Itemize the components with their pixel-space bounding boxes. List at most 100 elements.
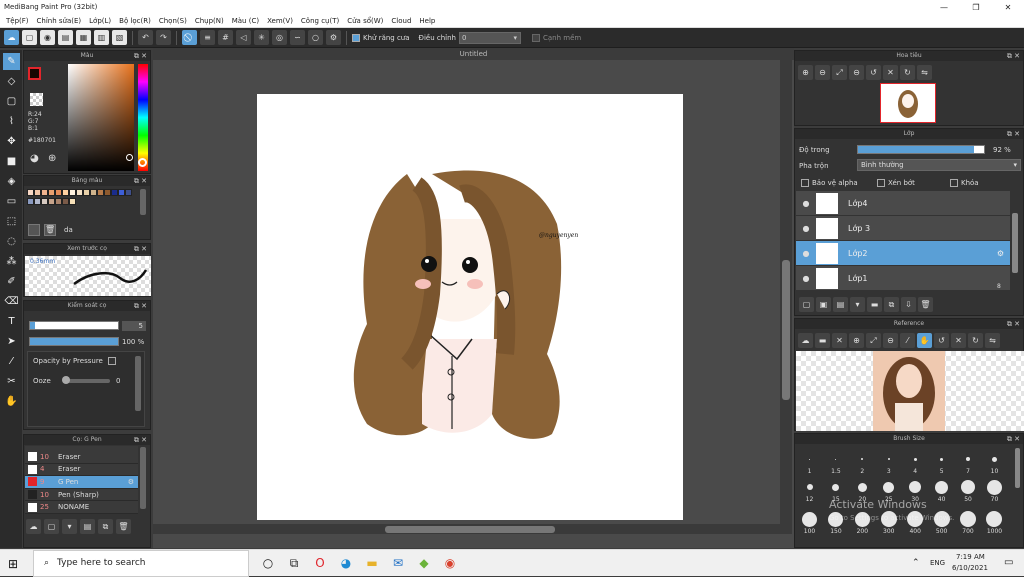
color-swatch[interactable] <box>27 189 34 196</box>
brush-row[interactable]: 25 NONAME <box>25 501 138 514</box>
close-icon[interactable]: ⧉ ✕ <box>1007 434 1020 444</box>
size-slider[interactable] <box>29 321 119 330</box>
layer-list-scrollbar[interactable] <box>1012 213 1018 273</box>
snap-off-icon[interactable]: ⃠ <box>182 30 197 45</box>
color-swatch[interactable] <box>34 189 41 196</box>
duplicate-layer-icon[interactable]: ⧉ <box>884 297 899 312</box>
visibility-icon[interactable]: ● <box>796 274 816 283</box>
foreground-swatch[interactable] <box>28 67 41 80</box>
new-brush-icon[interactable]: ▢ <box>44 519 59 534</box>
language-indicator[interactable]: ENG <box>930 559 945 567</box>
color-swatch[interactable] <box>69 189 76 196</box>
edge-icon[interactable]: ◕ <box>333 550 359 577</box>
color-swatch[interactable] <box>48 189 55 196</box>
select-pen-icon[interactable]: ✐ <box>3 273 20 290</box>
brush-row[interactable]: 10 Pen (Sharp) <box>25 488 138 502</box>
color-swatch[interactable] <box>118 189 125 196</box>
brush-size-option[interactable]: 3 <box>876 450 901 475</box>
close-icon[interactable]: ⧉ ✕ <box>1007 319 1020 329</box>
flip-icon[interactable]: ⇋ <box>985 333 1000 348</box>
zoom-out-icon[interactable]: ⊖ <box>815 65 830 80</box>
layer-opacity-slider[interactable] <box>857 145 985 154</box>
rotate-right-icon[interactable]: ↻ <box>968 333 983 348</box>
opacity-pressure-checkbox[interactable] <box>108 357 116 365</box>
hand-icon[interactable]: ✋ <box>917 333 932 348</box>
new-file-icon[interactable]: ▢ <box>22 30 37 45</box>
hand-tool-icon[interactable]: ✋ <box>3 393 20 410</box>
zoom-out-icon[interactable]: ⊖ <box>883 333 898 348</box>
color-swatch[interactable] <box>104 189 111 196</box>
brush-size-option[interactable]: 12 <box>797 478 822 503</box>
brush-size-option[interactable]: 5 <box>929 450 954 475</box>
select-eraser-icon[interactable]: ⌫ <box>3 293 20 310</box>
color-swatch[interactable] <box>27 198 34 205</box>
windows-start-icon[interactable]: ⊞ <box>8 557 18 571</box>
rect-tool-icon[interactable]: ▢ <box>3 93 20 110</box>
flip-icon[interactable]: ⇋ <box>917 65 932 80</box>
swatch-scrollbar[interactable] <box>140 189 146 215</box>
clock-date[interactable]: 6/10/2021 <box>952 564 988 572</box>
size-value[interactable]: 5 <box>122 321 146 331</box>
color-swatch[interactable] <box>55 198 62 205</box>
brush-size-option[interactable]: 50 <box>956 478 981 503</box>
close-icon[interactable]: ⧉ ✕ <box>134 301 147 311</box>
soft-edge-checkbox[interactable] <box>532 33 540 42</box>
delete-brush-icon[interactable]: 🗑 <box>116 519 131 534</box>
rotate-left-icon[interactable]: ↺ <box>866 65 881 80</box>
hsv-picker[interactable] <box>68 64 134 171</box>
menu-capture[interactable]: Chụp(N) <box>195 17 224 25</box>
divide-tool-icon[interactable]: ✂ <box>3 373 20 390</box>
brush-size-option[interactable]: 4 <box>903 450 928 475</box>
magic-wand-icon[interactable]: ⁂ <box>3 253 20 270</box>
layout-icon[interactable]: ▧ <box>112 30 127 45</box>
vertical-scroll-thumb[interactable] <box>782 260 790 400</box>
settings-icon[interactable]: ⚙ <box>326 30 341 45</box>
snap-circle-icon[interactable]: ◎ <box>272 30 287 45</box>
color-swatch[interactable] <box>111 189 118 196</box>
color-swatch[interactable] <box>62 189 69 196</box>
close-reference-icon[interactable]: ✕ <box>832 333 847 348</box>
transparent-swatch[interactable] <box>30 93 43 106</box>
control-scrollbar[interactable] <box>135 356 141 411</box>
horizontal-scroll-thumb[interactable] <box>385 526 555 533</box>
fit-window-icon[interactable]: ⤢ <box>832 65 847 80</box>
color-swatch[interactable] <box>62 198 69 205</box>
color-swatch[interactable] <box>125 189 132 196</box>
color-swatch[interactable] <box>97 189 104 196</box>
horizontal-scrollbar[interactable] <box>153 524 780 534</box>
menu-edit[interactable]: Chỉnh sửa(E) <box>37 17 82 25</box>
visibility-icon[interactable]: ● <box>796 249 816 258</box>
frame-icon[interactable]: ▥ <box>94 30 109 45</box>
add-layer-dropdown-icon[interactable]: ▾ <box>850 297 865 312</box>
menu-tools[interactable]: Công cụ(T) <box>301 17 339 25</box>
opera-icon[interactable]: O <box>307 550 333 577</box>
protect-alpha-checkbox[interactable] <box>801 179 809 187</box>
cortana-icon[interactable]: ○ <box>255 550 281 577</box>
clipping-checkbox[interactable] <box>877 179 885 187</box>
eyedropper-icon[interactable]: ⁄ <box>900 333 915 348</box>
bucket-tool-icon[interactable]: ◈ <box>3 173 20 190</box>
lasso-tool-icon[interactable]: ◌ <box>3 233 20 250</box>
color-swatch[interactable] <box>34 198 41 205</box>
eyedropper-icon[interactable]: ⊕ <box>48 153 56 164</box>
layer-row[interactable]: ● Lớp1 <box>796 266 1010 291</box>
adjust-select[interactable]: 0 ▾ <box>459 31 521 44</box>
panel-icon[interactable]: ▤ <box>58 30 73 45</box>
clock-time[interactable]: 7:19 AM <box>956 553 985 561</box>
tray-chevron-icon[interactable]: ⌃ <box>912 558 920 568</box>
brush-size-option[interactable]: 1 <box>797 450 822 475</box>
menu-help[interactable]: Help <box>419 17 435 25</box>
grid-icon[interactable]: ▦ <box>76 30 91 45</box>
navigator-thumbnail[interactable] <box>880 83 936 123</box>
reset-icon[interactable]: ✕ <box>951 333 966 348</box>
color-swatch[interactable] <box>55 189 62 196</box>
zoom-actual-icon[interactable]: ⊖ <box>849 65 864 80</box>
visibility-icon[interactable]: ● <box>796 199 816 208</box>
gear-icon[interactable]: ⚙ <box>997 249 1004 258</box>
taskbar-search[interactable]: ⌕ Type here to search <box>33 549 249 577</box>
new-layer-icon[interactable]: ▢ <box>799 297 814 312</box>
ooze-handle[interactable] <box>62 376 70 384</box>
copy-brush-icon[interactable]: ⧉ <box>98 519 113 534</box>
file-explorer-icon[interactable]: ▬ <box>359 550 385 577</box>
drawing-canvas[interactable]: @nguyenyen <box>257 94 683 520</box>
